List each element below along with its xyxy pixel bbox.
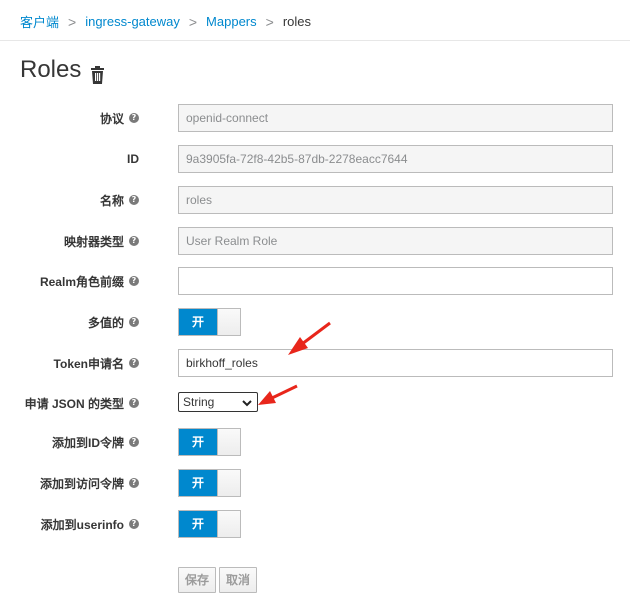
id-label: ID [127,145,139,173]
toggle-on-label: 开 [179,309,217,335]
breadcrumb-mappers[interactable]: Mappers [206,14,257,29]
token-claim-name-input[interactable] [178,349,613,377]
help-icon[interactable]: ? [129,113,139,123]
toggle-on-label: 开 [179,470,217,496]
add-to-id-token-label-text: 添加到ID令牌 [51,435,124,450]
realm-role-prefix-label: Realm角色前缀 ? [40,267,139,295]
toggle-knob [217,309,240,335]
form-row-name: 名称 ? roles [0,186,630,214]
cancel-button[interactable]: 取消 [219,567,257,593]
breadcrumb-separator: > [188,13,198,30]
json-type-label-text: 申请 JSON 的类型 [24,396,124,411]
json-type-label: 申请 JSON 的类型 ? [25,389,139,417]
add-to-userinfo-label-text: 添加到userinfo [40,517,124,532]
form-row-realm-role-prefix: Realm角色前缀 ? [0,267,630,295]
page-header: Roles [20,56,105,84]
add-to-access-token-label: 添加到访问令牌 ? [40,469,139,497]
help-icon[interactable]: ? [129,519,139,529]
help-icon[interactable]: ? [129,236,139,246]
breadcrumb-separator: > [265,13,274,30]
breadcrumb-separator: > [68,13,77,30]
name-label-text: 名称 [99,193,124,208]
json-type-select[interactable]: String [178,392,258,412]
help-icon[interactable]: ? [129,358,139,368]
mapper-type-label: 映射器类型 ? [64,227,139,255]
breadcrumb: 客户端 > ingress-gateway > Mappers > roles [20,12,311,31]
help-icon[interactable]: ? [129,195,139,205]
toggle-on-label: 开 [179,429,217,455]
id-field: 9a3905fa-72f8-42b5-87db-2278eacc7644 [178,145,613,173]
form-row-add-to-userinfo: 添加到userinfo ? 开 [0,510,630,538]
breadcrumb-client[interactable]: ingress-gateway [85,14,180,29]
breadcrumb-current: roles [282,14,311,29]
realm-role-prefix-label-text: Realm角色前缀 [39,274,124,289]
help-icon[interactable]: ? [129,398,139,408]
add-to-userinfo-toggle[interactable]: 开 [178,510,241,538]
id-label-text: ID [127,152,139,166]
multivalued-label: 多值的 ? [88,308,139,336]
help-icon[interactable]: ? [129,478,139,488]
multivalued-label-text: 多值的 [87,315,124,330]
mapper-type-label-text: 映射器类型 [63,234,124,249]
add-to-access-token-label-text: 添加到访问令牌 [39,476,124,491]
protocol-label-text: 协议 [99,111,124,126]
toggle-knob [217,511,240,537]
name-field: roles [178,186,613,214]
divider [0,40,630,41]
form-row-protocol: 协议 ? openid-connect [0,104,630,132]
trash-icon[interactable] [90,63,105,84]
form-row-id: ID 9a3905fa-72f8-42b5-87db-2278eacc7644 [0,145,630,173]
json-type-value: String [183,395,215,409]
form-row-add-to-access-token: 添加到访问令牌 ? 开 [0,469,630,497]
form-row-multivalued: 多值的 ? 开 [0,308,630,336]
token-claim-name-label: Token申请名 ? [54,349,139,377]
help-icon[interactable]: ? [129,317,139,327]
add-to-id-token-toggle[interactable]: 开 [178,428,241,456]
toggle-knob [217,470,240,496]
form-row-token-claim-name: Token申请名 ? [0,349,630,377]
add-to-access-token-toggle[interactable]: 开 [178,469,241,497]
token-claim-name-label-text: Token申请名 [53,356,124,371]
form-row-mapper-type: 映射器类型 ? User Realm Role [0,227,630,255]
toggle-on-label: 开 [179,511,217,537]
add-to-id-token-label: 添加到ID令牌 ? [52,428,139,456]
page-title: Roles [20,56,82,83]
protocol-field: openid-connect [178,104,613,132]
chevron-down-icon [242,397,252,411]
realm-role-prefix-input[interactable] [178,267,613,295]
breadcrumb-clients[interactable]: 客户端 [20,12,59,31]
protocol-label: 协议 ? [100,104,139,132]
multivalued-toggle[interactable]: 开 [178,308,241,336]
toggle-knob [217,429,240,455]
save-button[interactable]: 保存 [178,567,216,593]
name-label: 名称 ? [100,186,139,214]
form-row-add-to-id-token: 添加到ID令牌 ? 开 [0,428,630,456]
help-icon[interactable]: ? [129,437,139,447]
add-to-userinfo-label: 添加到userinfo ? [41,510,139,538]
help-icon[interactable]: ? [129,276,139,286]
form-row-json-type: 申请 JSON 的类型 ? String [0,389,630,417]
mapper-type-field: User Realm Role [178,227,613,255]
